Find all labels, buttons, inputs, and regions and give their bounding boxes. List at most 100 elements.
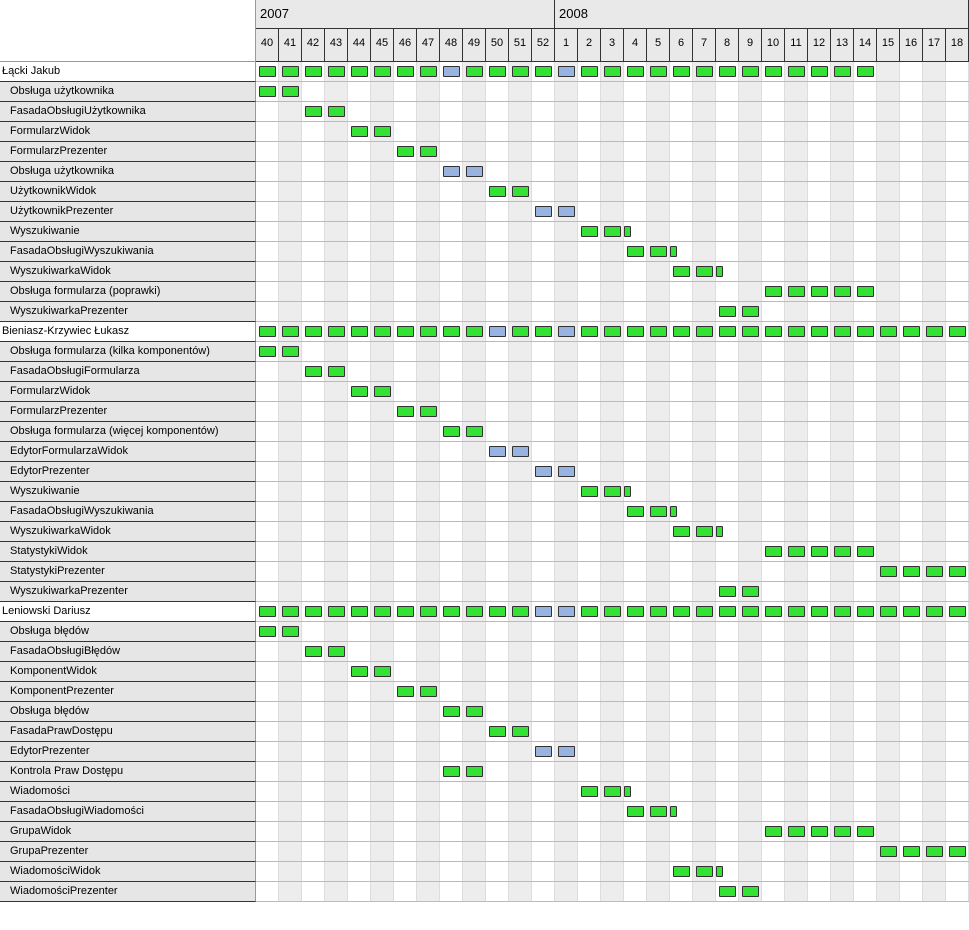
week-label: 17 bbox=[923, 29, 946, 61]
gantt-bar bbox=[650, 246, 667, 257]
gantt-bar bbox=[374, 66, 391, 77]
gantt-bar bbox=[788, 66, 805, 77]
gantt-bar bbox=[719, 306, 736, 317]
gantt-bar bbox=[650, 326, 667, 337]
gantt-bar bbox=[420, 146, 437, 157]
gantt-bar bbox=[328, 646, 345, 657]
gantt-bar bbox=[420, 406, 437, 417]
gantt-bar bbox=[716, 526, 723, 537]
task-row-label: FasadaObsługiWyszukiwania bbox=[0, 502, 256, 522]
gantt-bar bbox=[719, 586, 736, 597]
gantt-bar bbox=[466, 766, 483, 777]
gantt-bar bbox=[788, 546, 805, 557]
week-label: 52 bbox=[532, 29, 555, 61]
gantt-bar bbox=[581, 606, 598, 617]
week-label: 41 bbox=[279, 29, 302, 61]
task-row-label: FasadaObsługiFormularza bbox=[0, 362, 256, 382]
gantt-bar bbox=[328, 606, 345, 617]
bar-row bbox=[256, 402, 969, 422]
group-row-label: Łącki Jakub bbox=[0, 62, 256, 82]
gantt-bar bbox=[765, 826, 782, 837]
gantt-bar bbox=[259, 626, 276, 637]
gantt-bar bbox=[716, 266, 723, 277]
task-row-label: Wyszukiwanie bbox=[0, 222, 256, 242]
gantt-bar bbox=[535, 466, 552, 477]
gantt-bar bbox=[650, 606, 667, 617]
week-label: 11 bbox=[785, 29, 808, 61]
gantt-bar bbox=[765, 546, 782, 557]
gantt-bar bbox=[811, 606, 828, 617]
gantt-bar bbox=[834, 546, 851, 557]
gantt-bar bbox=[624, 226, 631, 237]
task-row-label: Wyszukiwanie bbox=[0, 482, 256, 502]
bar-row bbox=[256, 802, 969, 822]
gantt-bar bbox=[880, 846, 897, 857]
bar-row bbox=[256, 362, 969, 382]
gantt-bar bbox=[397, 146, 414, 157]
gantt-bar bbox=[466, 166, 483, 177]
bar-row bbox=[256, 162, 969, 182]
gantt-bar bbox=[443, 326, 460, 337]
gantt-bar bbox=[397, 66, 414, 77]
gantt-bar bbox=[328, 366, 345, 377]
timeline-column: 20072008 4041424344454647484950515212345… bbox=[256, 0, 969, 902]
week-label: 12 bbox=[808, 29, 831, 61]
task-row-label: EdytorPrezenter bbox=[0, 462, 256, 482]
gantt-bar bbox=[949, 606, 966, 617]
gantt-bar bbox=[834, 606, 851, 617]
task-row-label: UżytkownikWidok bbox=[0, 182, 256, 202]
week-label: 16 bbox=[900, 29, 923, 61]
gantt-bar bbox=[581, 66, 598, 77]
gantt-bar bbox=[305, 326, 322, 337]
gantt-bar bbox=[949, 566, 966, 577]
gantt-bar bbox=[696, 606, 713, 617]
gantt-bar bbox=[765, 326, 782, 337]
week-label: 9 bbox=[739, 29, 762, 61]
gantt-bar bbox=[811, 826, 828, 837]
gantt-bar bbox=[765, 66, 782, 77]
gantt-bar bbox=[673, 266, 690, 277]
week-label: 40 bbox=[256, 29, 279, 61]
gantt-bar bbox=[282, 606, 299, 617]
gantt-bar bbox=[696, 326, 713, 337]
week-label: 13 bbox=[831, 29, 854, 61]
gantt-bar bbox=[926, 566, 943, 577]
gantt-bar bbox=[719, 326, 736, 337]
bar-row bbox=[256, 542, 969, 562]
gantt-bar bbox=[420, 686, 437, 697]
week-label: 10 bbox=[762, 29, 785, 61]
task-row-label: UżytkownikPrezenter bbox=[0, 202, 256, 222]
gantt-bar bbox=[489, 326, 506, 337]
gantt-bar bbox=[581, 326, 598, 337]
gantt-bar bbox=[558, 466, 575, 477]
gantt-bar bbox=[512, 326, 529, 337]
week-label: 44 bbox=[348, 29, 371, 61]
week-label: 47 bbox=[417, 29, 440, 61]
week-label: 45 bbox=[371, 29, 394, 61]
gantt-bar bbox=[788, 286, 805, 297]
gantt-bar bbox=[420, 326, 437, 337]
group-row-label: Bieniasz-Krzywiec Łukasz bbox=[0, 322, 256, 342]
gantt-bar bbox=[581, 786, 598, 797]
gantt-bar bbox=[489, 606, 506, 617]
gantt-bar bbox=[282, 346, 299, 357]
gantt-bar bbox=[512, 726, 529, 737]
gantt-bar bbox=[880, 566, 897, 577]
gantt-bar bbox=[558, 66, 575, 77]
gantt-bar bbox=[719, 66, 736, 77]
gantt-bar bbox=[328, 66, 345, 77]
gantt-bar bbox=[282, 626, 299, 637]
week-label: 2 bbox=[578, 29, 601, 61]
gantt-bar bbox=[535, 326, 552, 337]
bar-row bbox=[256, 522, 969, 542]
gantt-bar bbox=[834, 326, 851, 337]
gantt-bar bbox=[834, 286, 851, 297]
bar-row bbox=[256, 682, 969, 702]
gantt-bar bbox=[259, 326, 276, 337]
gantt-bar bbox=[282, 86, 299, 97]
bar-row bbox=[256, 502, 969, 522]
bar-row bbox=[256, 122, 969, 142]
gantt-bar bbox=[581, 486, 598, 497]
task-row-label: StatystykiWidok bbox=[0, 542, 256, 562]
task-row-label: Wiadomości bbox=[0, 782, 256, 802]
